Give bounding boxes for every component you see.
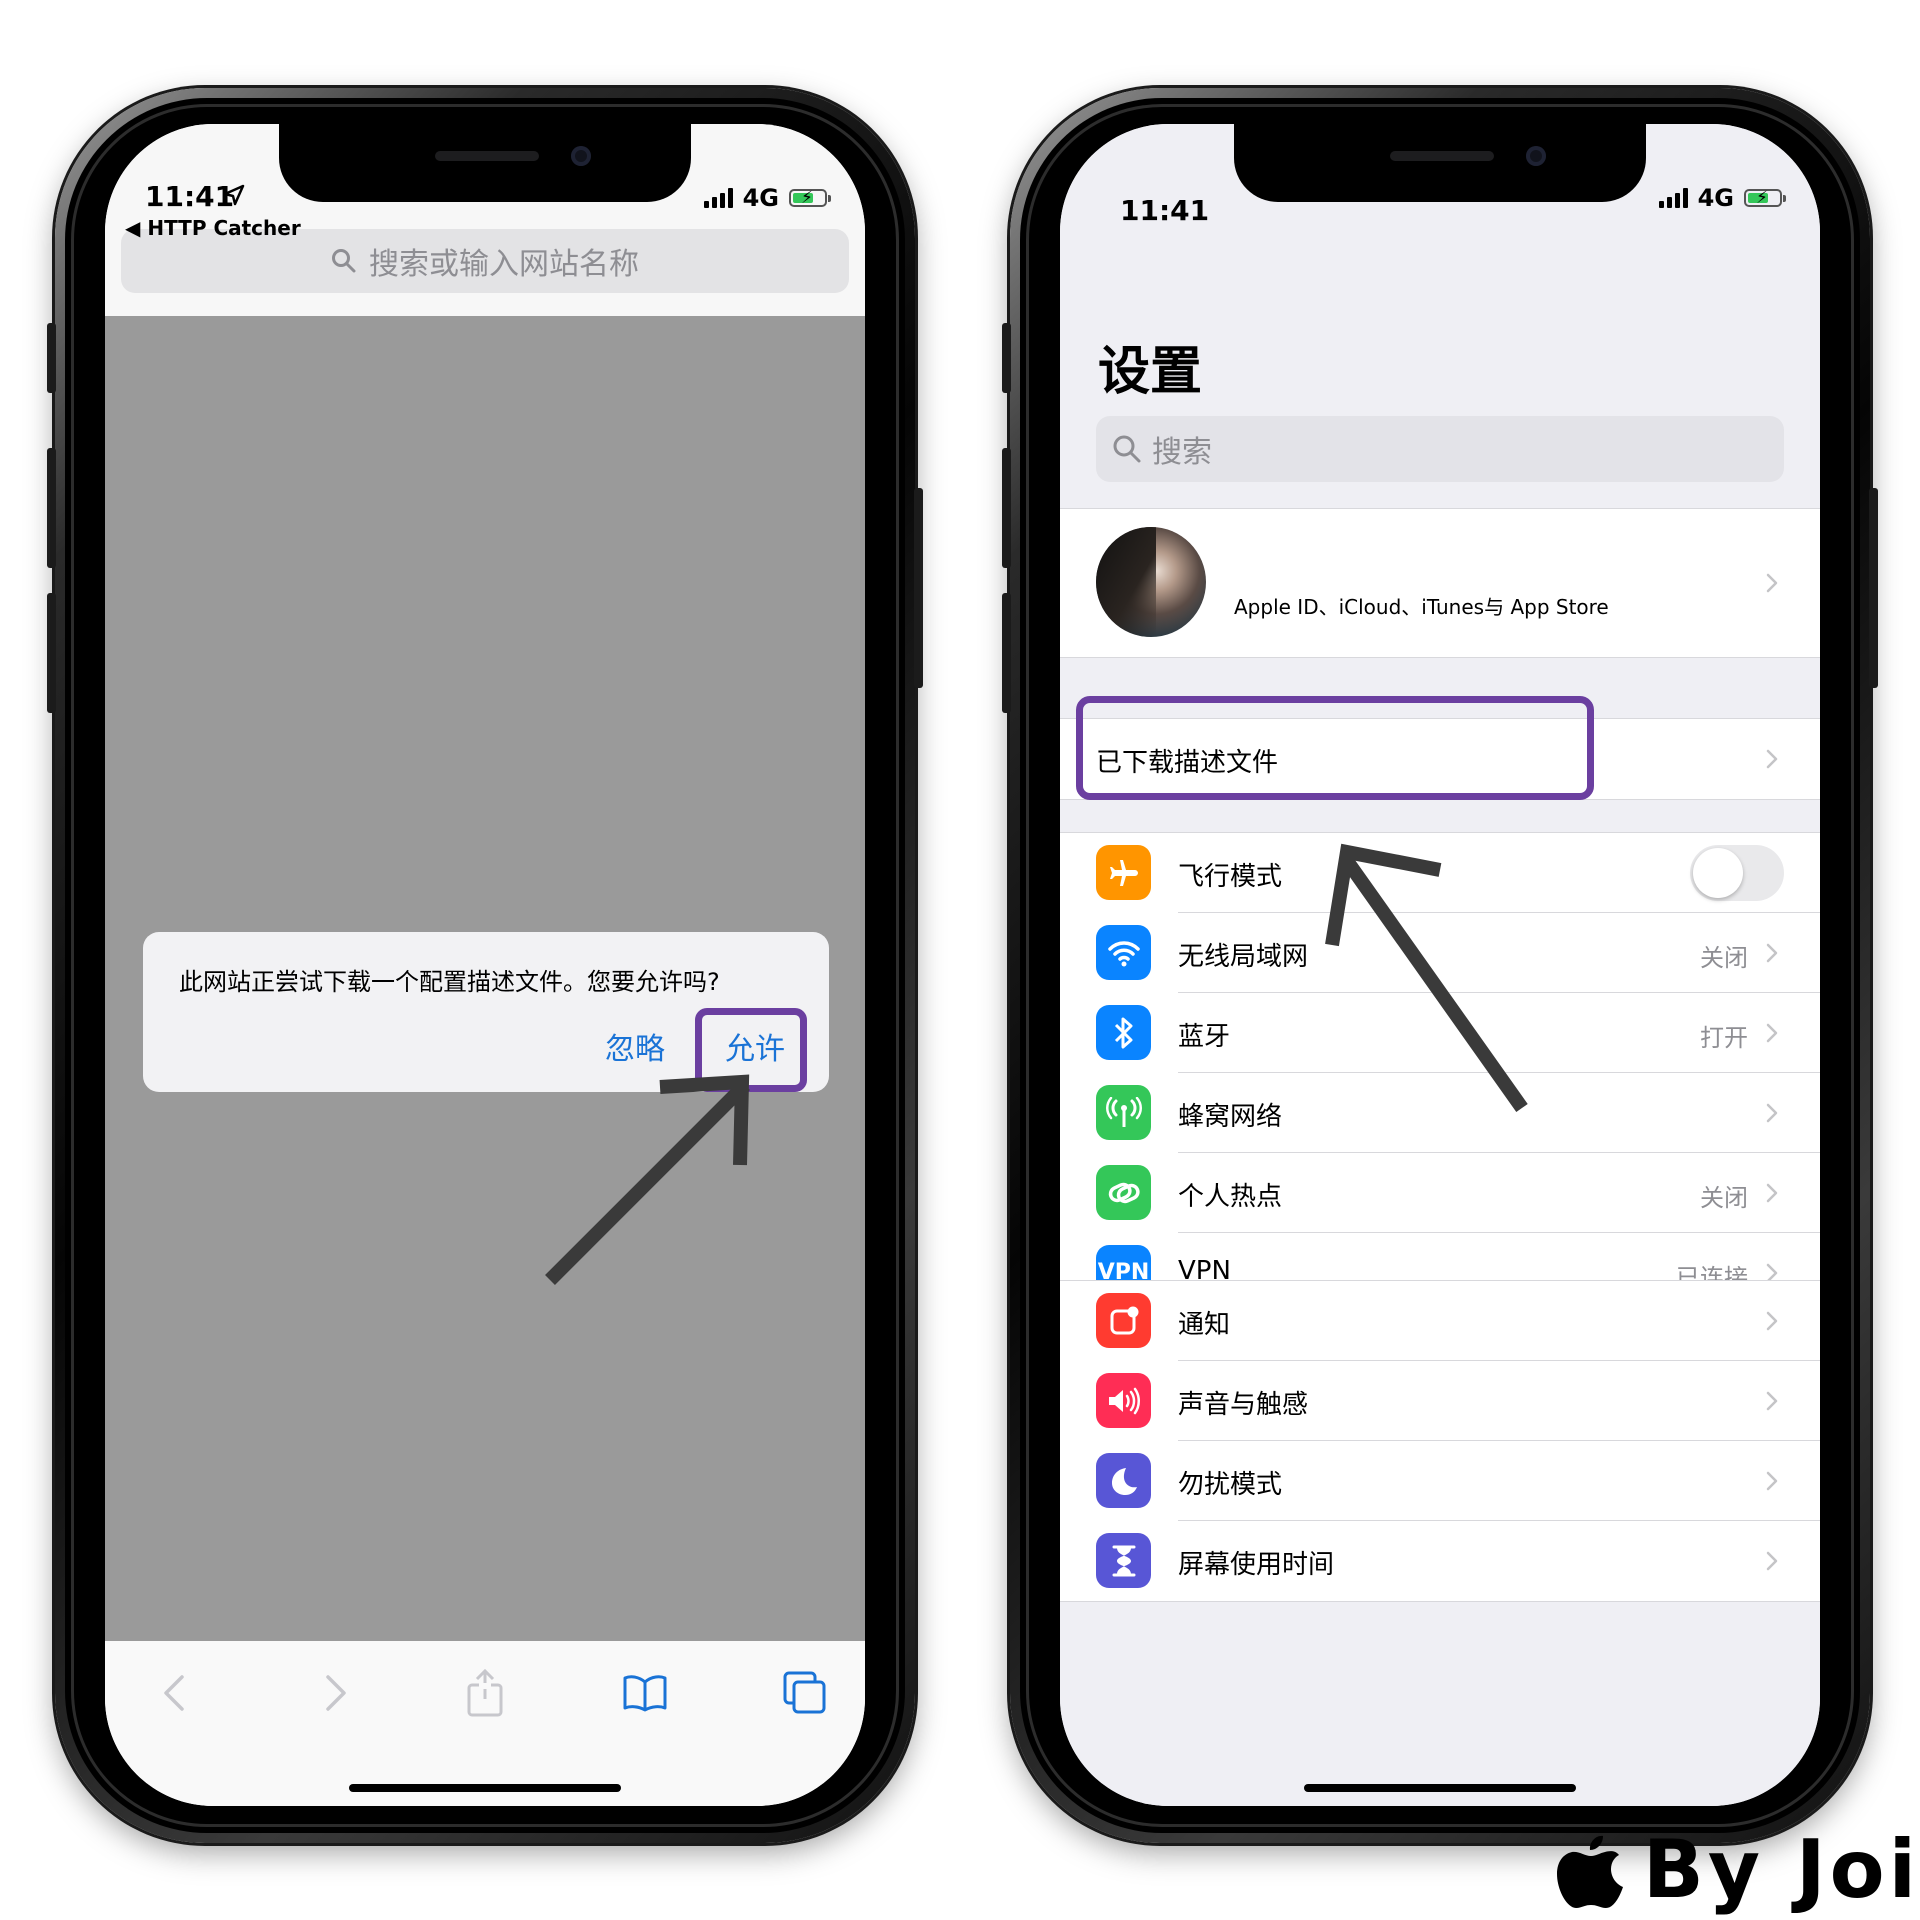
arrow-to-downloaded-profile-icon [1325, 843, 1528, 1113]
